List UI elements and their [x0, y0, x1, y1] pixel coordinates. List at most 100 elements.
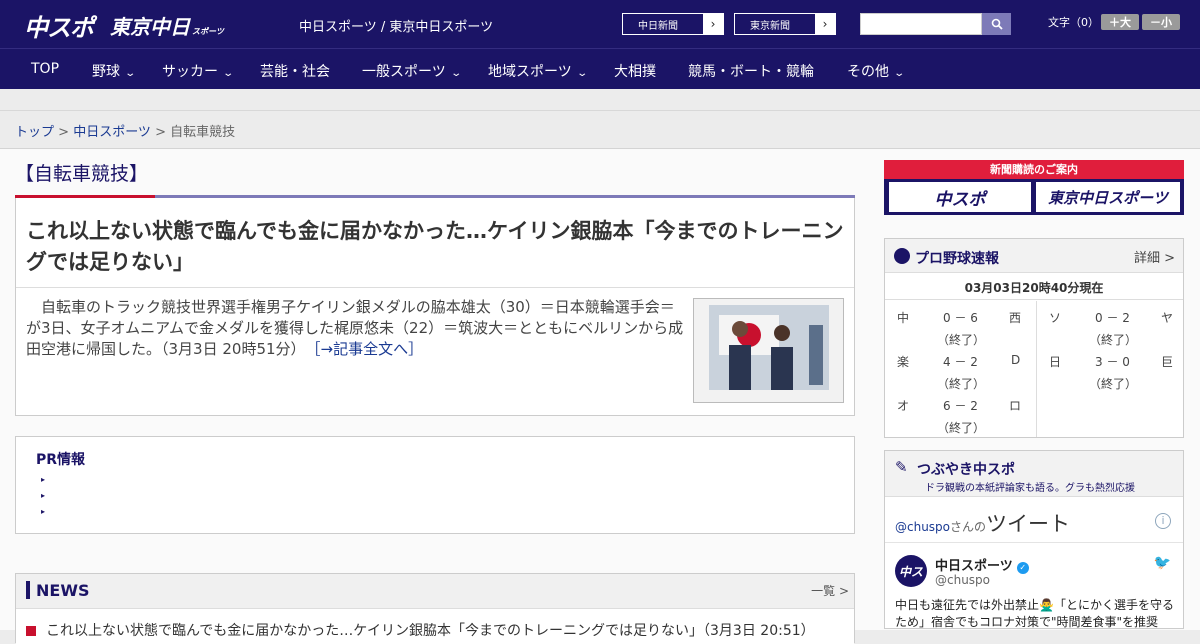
nav-item-racing[interactable]: 競馬・ボート・競輪	[688, 61, 814, 81]
game-score[interactable]: 0 － 2	[1095, 309, 1130, 326]
article-photo[interactable]	[693, 298, 844, 403]
avatar[interactable]: 中ス	[895, 555, 927, 587]
game-score[interactable]: 4 － 2	[943, 353, 978, 370]
game-score[interactable]: 0 － 6	[943, 309, 978, 326]
breadcrumb-current: 自転車競技	[170, 125, 236, 140]
category-heading: 【自転車競技】	[15, 163, 149, 185]
team-home: 中	[897, 311, 910, 325]
team-away: 巨	[1161, 355, 1174, 369]
pr-item[interactable]: ▸	[41, 491, 45, 500]
chevron-down-icon: ⌄	[576, 68, 588, 79]
nav-item-top[interactable]: TOP	[31, 61, 59, 77]
baseball-timestamp: 03月03日20時40分現在	[964, 281, 1104, 295]
twitter-widget: ✎ つぶやき中スポ ドラ観戦の本紙評論家も語る。グラも熱烈応援 @chuspoさ…	[884, 450, 1184, 629]
twitter-header: ✎ つぶやき中スポ ドラ観戦の本紙評論家も語る。グラも熱烈応援	[885, 451, 1183, 497]
breadcrumb: トップ > 中日スポーツ > 自転車競技	[15, 121, 235, 140]
team-home: オ	[897, 399, 910, 413]
game-status: （終了）	[937, 377, 986, 391]
chevron-down-icon: ⌄	[893, 68, 906, 79]
logo2-small: スポーツ	[192, 27, 224, 36]
search-icon	[991, 18, 1003, 30]
nav-item-entertainment[interactable]: 芸能・社会	[260, 61, 330, 81]
team-away: ロ	[1009, 399, 1022, 413]
nav-label: 芸能・社会	[260, 64, 330, 80]
font-larger-button[interactable]: ＋大	[1101, 14, 1139, 30]
news-item-text: これ以上ない状態で臨んでも金に届かなかった…ケイリン銀脇本「今までのトレーニング…	[46, 623, 815, 639]
tweet-author[interactable]: 中日スポーツ ✓	[935, 555, 1029, 574]
team-away: 西	[1009, 311, 1022, 325]
news-section: NEWS 一覧 > これ以上ない状態で臨んでも金に届かなかった…ケイリン銀脇本「…	[15, 573, 855, 644]
main-nav: TOP 野球 ⌄ サッカー ⌄ 芸能・社会 一般スポーツ ⌄ 地域スポーツ ⌄ 大相撲 …	[0, 48, 1200, 89]
nav-item-local-sports[interactable]: 地域スポーツ ⌄	[488, 61, 588, 81]
game-status: （終了）	[1089, 333, 1138, 347]
nav-item-baseball[interactable]: 野球 ⌄	[92, 61, 136, 81]
baseball-scores-widget: プロ野球速報 詳細 > 03月03日20時40分現在 中 0 － 6 （終了） …	[884, 238, 1184, 438]
breadcrumb-top-link[interactable]: トップ	[15, 125, 54, 140]
nav-item-general-sports[interactable]: 一般スポーツ ⌄	[362, 61, 462, 81]
twitter-widget-subtitle: ドラ観戦の本紙評論家も語る。グラも熱烈応援	[925, 483, 1135, 494]
game-status: （終了）	[937, 421, 986, 435]
verified-icon: ✓	[1016, 562, 1029, 574]
top-header-bar: 中スポ 東京中日 スポーツ 中日スポーツ / 東京中日スポーツ 中日新聞 › 東京新…	[0, 0, 1200, 48]
chunichi-shimbun-button[interactable]: 中日新聞 ›	[622, 13, 724, 35]
font-size-label: 文字（0）	[1048, 16, 1099, 29]
nav-label: 競馬・ボート・競輪	[688, 64, 814, 80]
search-input[interactable]	[860, 13, 982, 35]
logo2-text: 東京中日	[110, 15, 190, 39]
twitter-bird-icon[interactable]: 🐦	[1154, 555, 1171, 571]
nav-item-other[interactable]: その他 ⌄	[847, 61, 906, 81]
baseball-icon	[894, 248, 910, 264]
nav-label: 地域スポーツ	[488, 64, 572, 80]
pr-section: PR情報 ▸ ▸ ▸	[15, 436, 855, 534]
breadcrumb-section-link[interactable]: 中日スポーツ	[73, 125, 151, 140]
twitter-handle-link[interactable]: @chuspo	[895, 520, 950, 534]
nav-item-soccer[interactable]: サッカー ⌄	[162, 61, 235, 81]
article-title[interactable]: これ以上ない状態で臨んでも金に届かなかった…ケイリン銀脇本「今までのトレーニング…	[26, 216, 846, 278]
team-home: 楽	[897, 355, 910, 369]
search-button[interactable]	[982, 13, 1011, 35]
nav-label: その他	[847, 64, 889, 80]
nav-item-sumo[interactable]: 大相撲	[614, 61, 656, 81]
tokyo-shimbun-label: 東京新聞	[750, 20, 790, 32]
twitter-handle-suffix: さんの	[950, 520, 987, 534]
baseball-detail-link[interactable]: 詳細 >	[1134, 247, 1175, 266]
nav-label: 野球	[92, 64, 120, 80]
divider	[885, 299, 1183, 300]
chevron-right-icon: ›	[815, 14, 835, 34]
chevron-down-icon: ⌄	[222, 68, 235, 79]
tokyo-chunichi-logo[interactable]: 東京中日 スポーツ	[110, 11, 224, 40]
pr-item[interactable]: ▸	[41, 507, 45, 516]
nav-label: 一般スポーツ	[362, 64, 446, 80]
tweets-label: ツイート	[986, 512, 1071, 536]
news-accent-bar	[26, 581, 30, 599]
subscription-banner[interactable]: 新聞購読のご案内 中スポ 東京中日スポーツ	[884, 160, 1184, 215]
article-divider	[16, 287, 854, 288]
read-more-link[interactable]: ［→記事全文へ］	[313, 340, 423, 358]
info-icon[interactable]: i	[1155, 513, 1171, 529]
tokyo-chunichi-paper-logo[interactable]: 東京中日スポーツ	[1036, 182, 1180, 212]
game-status: （終了）	[1089, 377, 1138, 391]
article-summary: 自転車のトラック競技世界選手権男子ケイリン銀メダルの脇本雄太（30）＝日本競輪選…	[26, 297, 684, 360]
font-smaller-button[interactable]: －小	[1142, 14, 1180, 30]
baseball-title: プロ野球速報	[915, 251, 999, 267]
nav-label: サッカー	[162, 64, 218, 80]
pr-item[interactable]: ▸	[41, 475, 45, 484]
team-home: 日	[1049, 355, 1062, 369]
subscription-label: 新聞購読のご案内	[884, 160, 1184, 179]
breadcrumb-separator: >	[54, 125, 74, 140]
news-list-item[interactable]: これ以上ない状態で臨んでも金に届かなかった…ケイリン銀脇本「今までのトレーニング…	[16, 608, 854, 644]
twitter-widget-title: つぶやき中スポ	[917, 462, 1015, 478]
divider	[1036, 301, 1037, 437]
pen-icon: ✎	[895, 458, 908, 476]
tweets-heading: @chuspoさんのツイート	[895, 508, 1070, 538]
tokyo-shimbun-button[interactable]: 東京新聞 ›	[734, 13, 836, 35]
divider	[885, 542, 1183, 543]
news-more-link[interactable]: 一覧 >	[811, 582, 849, 599]
game-score[interactable]: 6 － 2	[943, 397, 978, 414]
chuspo-paper-logo[interactable]: 中スポ	[889, 182, 1031, 212]
game-score[interactable]: 3 － 0	[1095, 353, 1130, 370]
chuspo-logo[interactable]: 中スポ	[24, 8, 94, 43]
site-links[interactable]: 中日スポーツ / 東京中日スポーツ	[299, 16, 493, 35]
article-card: これ以上ない状態で臨んでも金に届かなかった…ケイリン銀脇本「今までのトレーニング…	[15, 198, 855, 416]
tweet-author-handle[interactable]: @chuspo	[935, 573, 990, 587]
